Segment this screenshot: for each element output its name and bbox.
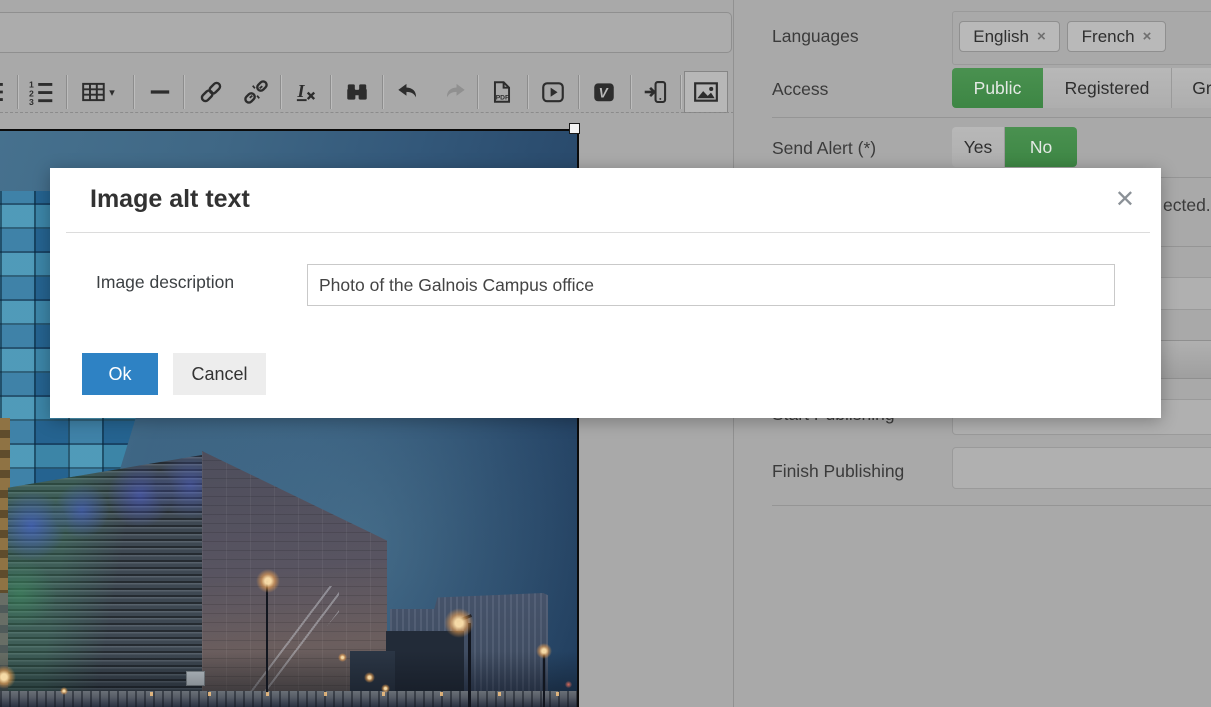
access-label: Access — [772, 79, 828, 100]
notice-text-fragment: ected. — [1163, 195, 1211, 216]
toolbar-separator — [680, 75, 682, 109]
pdf-export-button[interactable]: PDF — [480, 71, 524, 113]
toolbar-separator — [527, 75, 529, 109]
finish-publishing-label: Finish Publishing — [772, 461, 904, 482]
insert-link-button[interactable] — [189, 71, 233, 113]
send-alert-no[interactable]: No — [1005, 127, 1077, 167]
image-description-input[interactable] — [307, 264, 1115, 306]
cancel-button[interactable]: Cancel — [173, 353, 266, 395]
dialog-divider — [66, 232, 1150, 233]
numbered-list-button[interactable]: 1 2 3 — [20, 71, 64, 113]
undo-button[interactable] — [385, 71, 429, 113]
toolbar-separator — [133, 75, 135, 109]
toolbar-separator — [630, 75, 632, 109]
vimeo-icon: V — [591, 79, 617, 105]
language-tag-french[interactable]: French × — [1067, 21, 1166, 52]
photo-street-light — [444, 608, 474, 638]
svg-text:3: 3 — [29, 97, 34, 105]
pdf-export-icon: PDF — [489, 79, 515, 105]
language-tag-english[interactable]: English × — [959, 21, 1060, 52]
close-icon[interactable]: ✕ — [1115, 188, 1135, 212]
svg-text:V: V — [599, 85, 609, 100]
send-alert-label: Send Alert (*) — [772, 138, 876, 159]
cms-editor-screen: 1 2 3 ▾ I — [0, 0, 1211, 707]
toolbar-separator — [183, 75, 185, 109]
mobile-preview-icon — [642, 79, 668, 105]
toolbar-separator — [280, 75, 282, 109]
redo-button[interactable] — [434, 71, 478, 113]
image-resize-handle[interactable] — [569, 123, 580, 134]
photo-fence-lights — [150, 692, 577, 696]
media-play-icon — [540, 79, 566, 105]
undo-icon — [394, 79, 420, 105]
dialog-title: Image alt text — [90, 185, 250, 214]
bullet-list-button[interactable] — [0, 71, 14, 113]
photo-street-light — [256, 569, 280, 593]
find-replace-button[interactable] — [335, 71, 379, 113]
vimeo-button[interactable]: V — [582, 71, 626, 113]
photo-lamp-pole — [543, 651, 545, 707]
sidebar-divider — [772, 505, 1211, 506]
horizontal-rule-button[interactable] — [138, 71, 182, 113]
redo-icon — [443, 79, 469, 105]
table-icon — [81, 79, 107, 105]
language-tag-label: French — [1082, 27, 1135, 47]
remove-tag-icon[interactable]: × — [1037, 28, 1046, 45]
access-option-clipped[interactable]: Gr — [1172, 68, 1211, 108]
clear-formatting-button[interactable]: I — [283, 71, 327, 113]
table-button[interactable]: ▾ — [72, 71, 124, 113]
photo-light — [364, 672, 375, 683]
link-icon — [198, 79, 224, 105]
unlink-icon — [243, 79, 269, 105]
find-replace-icon — [344, 79, 370, 105]
photo-light — [338, 653, 347, 662]
photo-light — [60, 687, 68, 695]
toolbar-separator — [578, 75, 580, 109]
photo-street-light — [536, 643, 552, 659]
svg-text:I: I — [296, 81, 305, 101]
article-title-field[interactable] — [0, 12, 732, 53]
toolbar-separator — [17, 75, 19, 109]
language-tag-label: English — [973, 27, 1029, 47]
bullet-list-icon — [0, 79, 5, 105]
svg-text:PDF: PDF — [496, 95, 509, 102]
toolbar-separator — [382, 75, 384, 109]
finish-publishing-input[interactable] — [952, 447, 1211, 489]
editor-area-border — [0, 112, 734, 113]
photo-lamp-pole — [266, 581, 268, 693]
insert-image-button[interactable] — [684, 71, 728, 113]
mobile-preview-button[interactable] — [633, 71, 677, 113]
access-option-registered[interactable]: Registered — [1043, 68, 1172, 108]
photo-light — [565, 681, 572, 688]
table-dropdown-caret-icon: ▾ — [109, 86, 115, 99]
toolbar-separator — [66, 75, 68, 109]
toolbar-separator — [330, 75, 332, 109]
image-alt-text-dialog: Image alt text ✕ Image description Ok Ca… — [50, 168, 1161, 418]
languages-label: Languages — [772, 26, 859, 47]
send-alert-yes[interactable]: Yes — [952, 127, 1005, 167]
access-option-public[interactable]: Public — [952, 68, 1043, 108]
image-description-label: Image description — [96, 272, 234, 293]
media-play-button[interactable] — [531, 71, 575, 113]
clear-formatting-icon: I — [292, 79, 318, 105]
unlink-button[interactable] — [234, 71, 278, 113]
remove-tag-icon[interactable]: × — [1143, 28, 1152, 45]
ok-button[interactable]: Ok — [82, 353, 158, 395]
sidebar-divider — [772, 117, 1211, 118]
horizontal-rule-icon — [147, 79, 173, 105]
numbered-list-icon: 1 2 3 — [29, 79, 55, 105]
image-icon — [693, 79, 719, 105]
